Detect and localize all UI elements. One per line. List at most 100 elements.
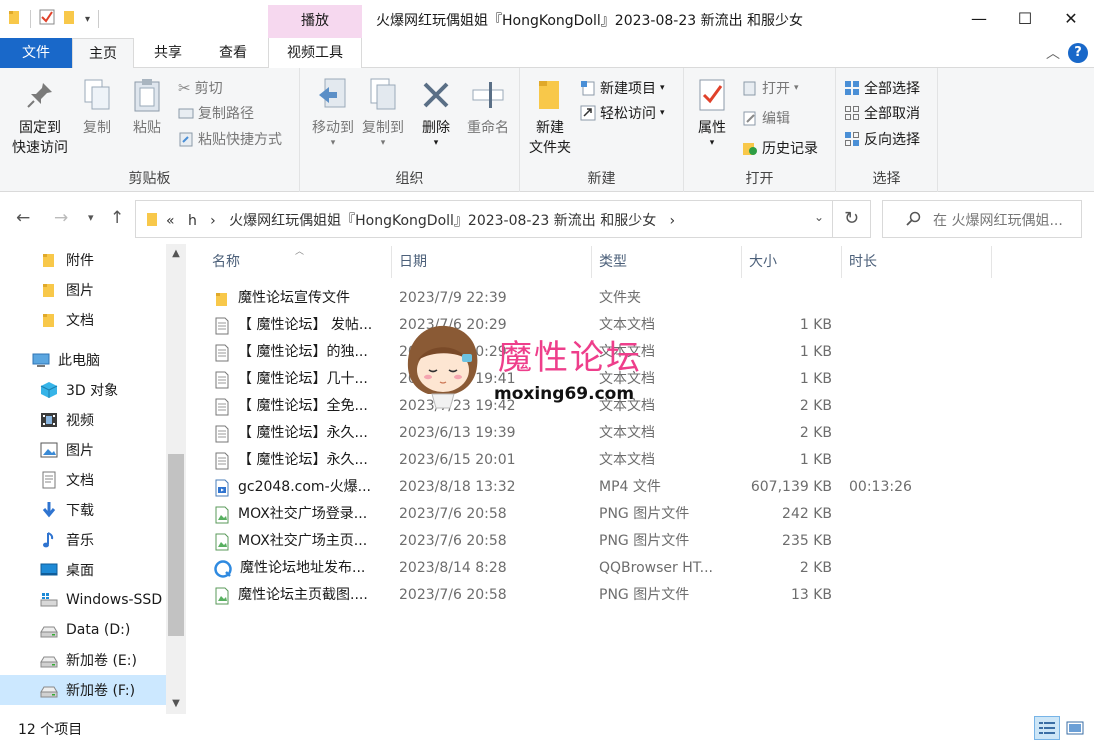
nav-item[interactable]: 桌面 (0, 555, 166, 585)
tab-video-tools[interactable]: 视频工具 (268, 38, 362, 68)
file-row[interactable]: 【 魔性论坛】 发帖... 2023/7/6 20:29 文本文档 1 KB (200, 312, 1000, 339)
nav-item[interactable]: 附件 (0, 245, 166, 275)
nav-item[interactable]: 音乐 (0, 525, 166, 555)
properties-check-icon[interactable] (39, 9, 55, 29)
copy-to-button[interactable]: 复制到 ▾ (356, 74, 410, 148)
scissors-icon: ✂ (178, 79, 191, 97)
pictures-folder-icon (40, 441, 58, 459)
column-duration[interactable]: 时长 (837, 244, 987, 280)
scroll-down-icon[interactable]: ▼ (166, 694, 186, 714)
new-folder-label: 新建 文件夹 (529, 120, 571, 156)
properties-button[interactable]: 属性 ▾ (690, 74, 734, 148)
file-row[interactable]: 【 魔性论坛】的独... 2023/7/6 20:29 文本文档 1 KB (200, 339, 1000, 366)
nav-item[interactable]: 下载 (0, 495, 166, 525)
file-type: 文本文档 (599, 344, 655, 360)
file-row[interactable]: gc2048.com-火爆... 2023/8/18 13:32 MP4 文件 607… (200, 474, 1000, 501)
file-name-cell: 【 魔性论坛】 发帖... (214, 312, 396, 339)
scroll-up-icon[interactable]: ▲ (166, 244, 186, 264)
edit-button[interactable]: 编辑 (742, 106, 790, 130)
nav-item[interactable]: 文档 (0, 465, 166, 495)
file-size: 2 KB (799, 398, 832, 414)
text-file-icon (214, 425, 230, 443)
column-date[interactable]: 日期 (387, 244, 587, 280)
tab-home[interactable]: 主页 (72, 38, 134, 69)
breadcrumb-overflow[interactable]: « (166, 213, 175, 229)
file-row[interactable]: 【 魔性论坛】永久... 2023/6/13 19:39 文本文档 2 KB (200, 420, 1000, 447)
large-icons-view-icon[interactable] (1062, 716, 1088, 740)
address-dropdown-icon[interactable]: ⌄ (814, 210, 824, 224)
breadcrumb-separator[interactable]: › (210, 213, 216, 229)
select-all-button[interactable]: 全部选择 (844, 76, 920, 100)
nav-item-label: 新加卷 (F:) (66, 683, 136, 699)
select-none-button[interactable]: 全部取消 (844, 101, 920, 125)
nav-item[interactable]: 新加卷 (E:) (0, 645, 166, 675)
scroll-thumb[interactable] (168, 454, 184, 636)
paste-shortcut-button[interactable]: 粘贴快捷方式 (178, 127, 282, 151)
recent-locations-icon[interactable]: ▾ (88, 211, 94, 224)
pin-quick-access-button[interactable]: 固定到 快速访问 (8, 74, 72, 158)
column-name[interactable]: 名称 (200, 244, 390, 280)
refresh-icon[interactable]: ↻ (832, 201, 870, 237)
file-row[interactable]: 魔性论坛主页截图.... 2023/7/6 20:58 PNG 图片文件 13 KB (200, 582, 1000, 609)
nav-item[interactable]: 文档 (0, 305, 166, 335)
back-arrow-icon[interactable]: ← (16, 208, 30, 228)
file-row[interactable]: 【 魔性论坛】几十... 2023/7/23 19:41 文本文档 1 KB (200, 366, 1000, 393)
nav-item[interactable]: 新加卷 (F:) (0, 675, 166, 705)
nav-item[interactable]: 图片 (0, 275, 166, 305)
new-folder-button[interactable]: 新建 文件夹 (526, 74, 574, 158)
rename-button[interactable]: 重命名 (462, 74, 514, 138)
paste-button[interactable]: 粘贴 (124, 74, 170, 138)
nav-item[interactable]: 3D 对象 (0, 375, 166, 405)
file-type: MP4 文件 (599, 479, 661, 495)
folder-icon[interactable] (8, 9, 22, 29)
minimize-button[interactable]: — (956, 0, 1002, 38)
nav-item[interactable]: 此电脑 (0, 345, 166, 375)
close-button[interactable]: ✕ (1048, 0, 1094, 38)
details-view-icon[interactable] (1034, 716, 1060, 740)
tab-file[interactable]: 文件 (0, 38, 72, 68)
nav-item[interactable]: Windows-SSD (0, 585, 166, 615)
file-row[interactable]: 魔性论坛地址发布... 2023/8/14 8:28 QQBrowser HT...… (200, 555, 1000, 582)
copy-path-button[interactable]: 复制路径 (178, 101, 254, 125)
nav-scrollbar[interactable]: ▲ ▼ (166, 244, 186, 714)
file-row[interactable]: 【 魔性论坛】全免... 2023/7/23 19:42 文本文档 2 KB (200, 393, 1000, 420)
nav-item[interactable]: Data (D:) (0, 615, 166, 645)
collapse-ribbon-icon[interactable]: ︿ (1046, 43, 1060, 63)
tab-view[interactable]: 查看 (205, 38, 261, 68)
move-to-button[interactable]: 移动到 ▾ (306, 74, 360, 148)
customize-toolbar-icon[interactable]: ▾ (85, 14, 90, 25)
open-button[interactable]: 打开 ▾ (742, 76, 799, 100)
file-row[interactable]: MOX社交广场主页... 2023/7/6 20:58 PNG 图片文件 235 KB (200, 528, 1000, 555)
tab-share[interactable]: 共享 (140, 38, 196, 68)
nav-item[interactable]: 视频 (0, 405, 166, 435)
search-box[interactable]: 在 火爆网红玩偶姐... (882, 200, 1082, 238)
column-divider[interactable] (991, 246, 992, 278)
breadcrumb-separator[interactable]: › (670, 213, 676, 229)
breadcrumb-current[interactable]: 火爆网红玩偶姐姐『HongKongDoll』2023-08-23 新流出 和服少… (229, 213, 656, 229)
up-arrow-icon[interactable]: ↑ (110, 208, 124, 228)
column-size[interactable]: 大小 (737, 244, 837, 280)
file-row[interactable]: 魔性论坛宣传文件 2023/7/9 22:39 文件夹 (200, 285, 1000, 312)
maximize-button[interactable]: ☐ (1002, 0, 1048, 38)
column-type[interactable]: 类型 (587, 244, 737, 280)
cut-button[interactable]: ✂ 剪切 (178, 76, 223, 100)
easy-access-button[interactable]: 轻松访问 ▾ (580, 101, 665, 125)
file-name-cell: 【 魔性论坛】几十... (214, 366, 396, 393)
computer-icon (32, 351, 50, 369)
breadcrumb-h[interactable]: h (188, 213, 197, 229)
history-button[interactable]: 历史记录 (742, 136, 818, 160)
open-icon (742, 80, 758, 96)
nav-item[interactable]: 图片 (0, 435, 166, 465)
new-item-button[interactable]: 新建项目 ▾ (580, 76, 665, 100)
address-bar[interactable]: « h › 火爆网红玩偶姐姐『HongKongDoll』2023-08-23 新… (135, 200, 871, 238)
forward-arrow-icon[interactable]: → (54, 208, 68, 228)
invert-selection-button[interactable]: 反向选择 (844, 127, 920, 151)
copy-button[interactable]: 复制 (76, 74, 118, 138)
text-file-icon (214, 317, 230, 335)
new-folder-icon[interactable] (63, 9, 77, 29)
file-row[interactable]: MOX社交广场登录... 2023/7/6 20:58 PNG 图片文件 242 KB (200, 501, 1000, 528)
copy-to-label: 复制到 (362, 120, 404, 136)
delete-button[interactable]: 删除 ▾ (416, 74, 456, 148)
help-icon[interactable]: ? (1068, 43, 1088, 63)
file-row[interactable]: 【 魔性论坛】永久... 2023/6/15 20:01 文本文档 1 KB (200, 447, 1000, 474)
